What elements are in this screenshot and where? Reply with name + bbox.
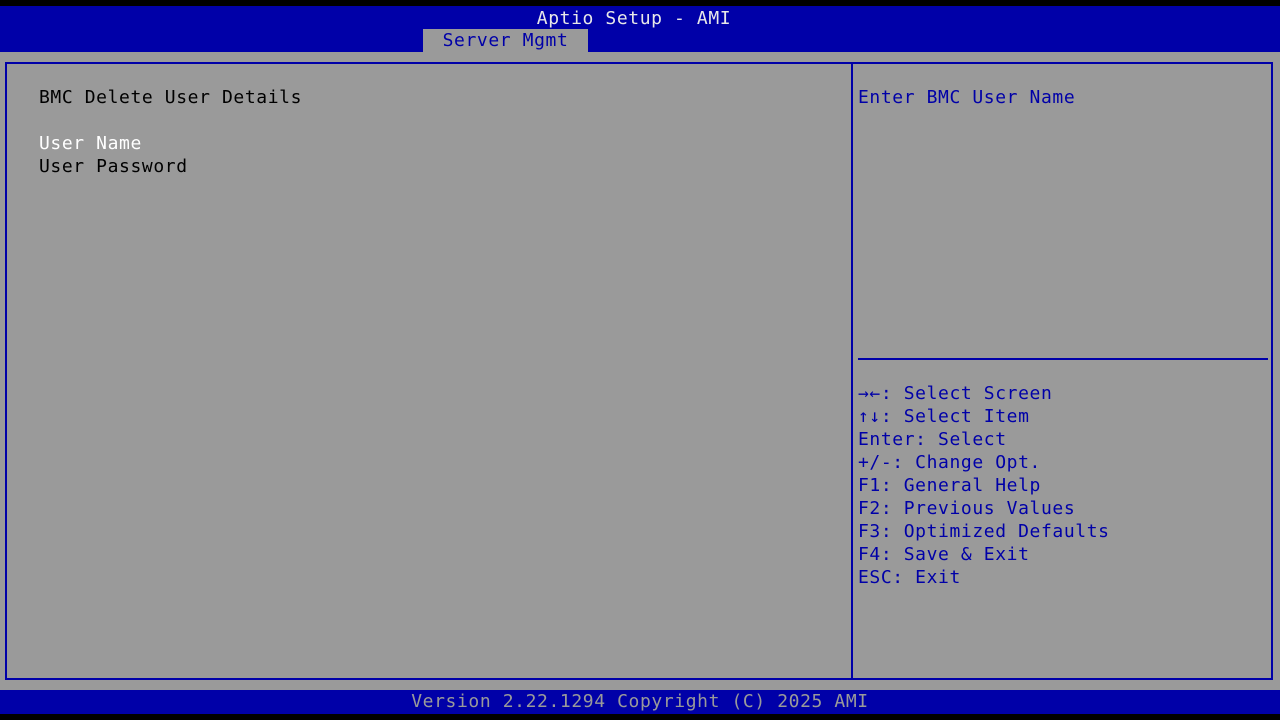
status-bar: Version 2.22.1294 Copyright (C) 2025 AMI [0, 690, 1280, 714]
help-panel: Enter BMC User Name [858, 86, 1268, 109]
key-hint-select-item: ↑↓: Select Item [858, 406, 1030, 427]
version-text: Version 2.22.1294 Copyright (C) 2025 AMI [411, 691, 869, 712]
key-hint-optimized-defaults: F3: Optimized Defaults [858, 521, 1110, 542]
menu-item-user-name[interactable]: User Name [39, 132, 839, 155]
settings-panel: BMC Delete User Details User Name User P… [39, 86, 839, 178]
key-hint-enter: Enter: Select [858, 429, 1007, 450]
vertical-divider [851, 64, 853, 678]
key-hint-change-opt: +/-: Change Opt. [858, 452, 1041, 473]
menu-item-user-password[interactable]: User Password [39, 155, 839, 178]
key-hint-save-exit: F4: Save & Exit [858, 544, 1030, 565]
tab-server-mgmt[interactable]: Server Mgmt [423, 29, 588, 52]
page-title: BMC Delete User Details [39, 87, 303, 108]
key-hint-general-help: F1: General Help [858, 475, 1041, 496]
app-title: Aptio Setup - AMI [536, 8, 732, 29]
key-legend: →←: Select Screen ↑↓: Select Item Enter:… [858, 382, 1268, 589]
key-hint-previous-values: F2: Previous Values [858, 498, 1076, 519]
key-hint-select-screen: →←: Select Screen [858, 383, 1053, 404]
main-area: BMC Delete User Details User Name User P… [0, 52, 1280, 690]
help-divider [858, 358, 1268, 360]
content-frame: BMC Delete User Details User Name User P… [5, 62, 1273, 680]
help-text: Enter BMC User Name [858, 87, 1076, 108]
title-bar: Aptio Setup - AMI Server Mgmt [0, 6, 1280, 52]
key-hint-exit: ESC: Exit [858, 567, 961, 588]
